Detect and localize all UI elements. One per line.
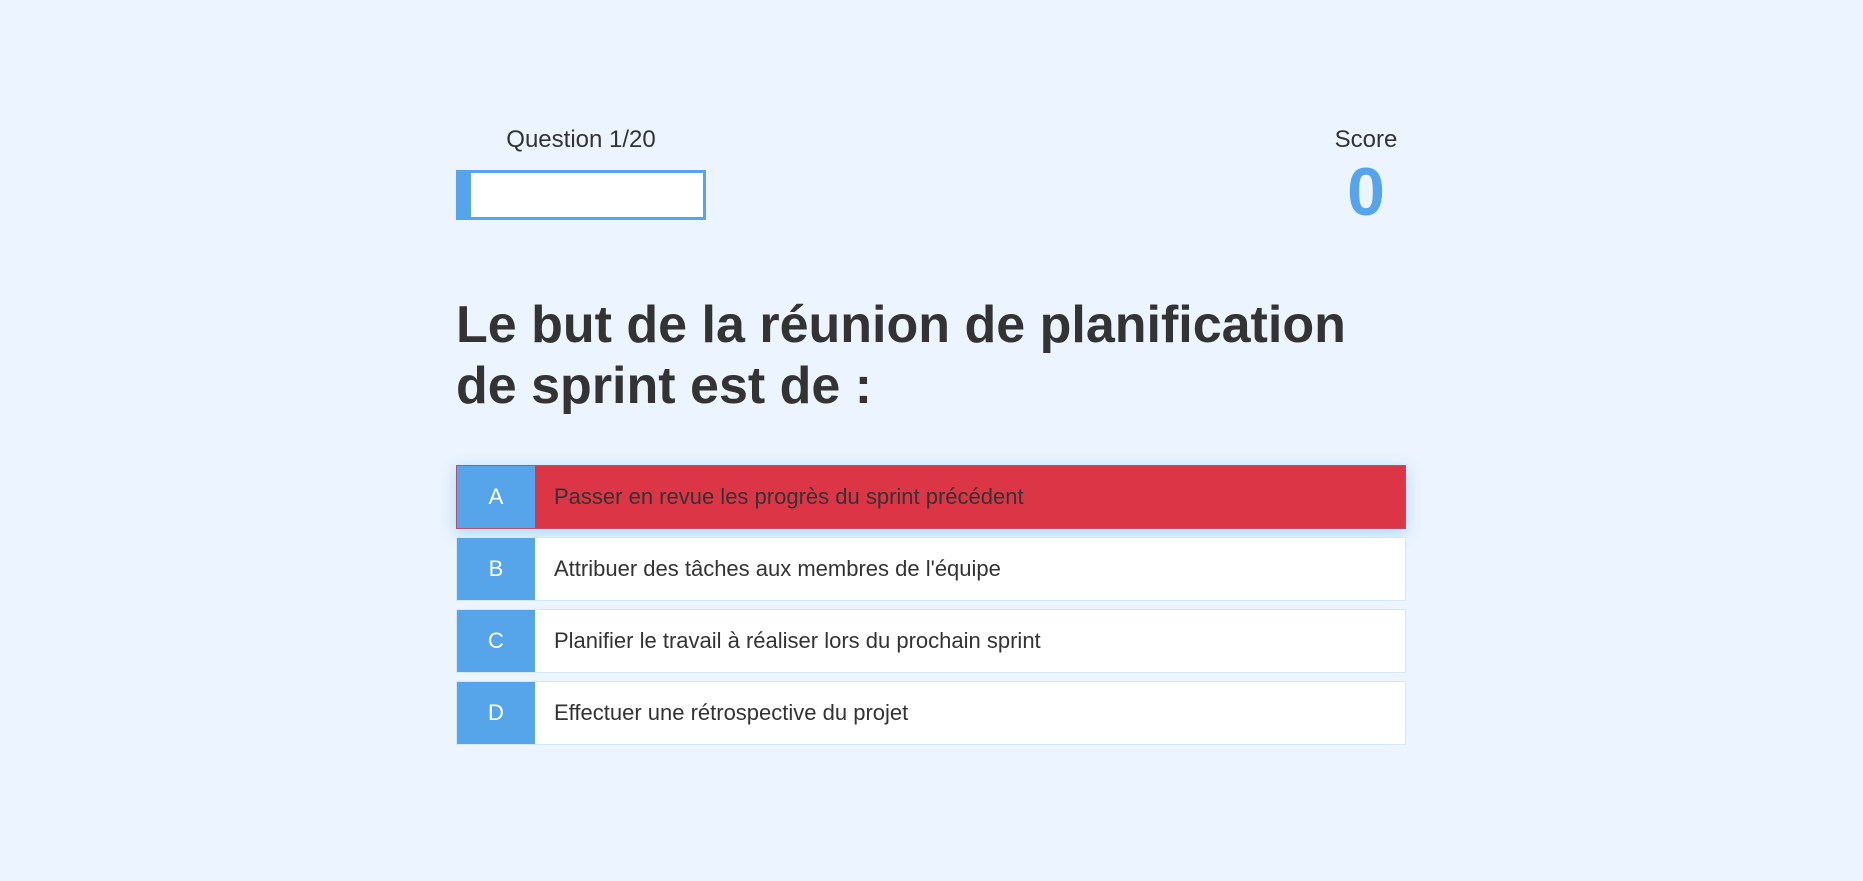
question-text: Le but de la réunion de planification de… — [456, 296, 1346, 415]
choice-text: Passer en revue les progrès du sprint pr… — [554, 484, 1024, 509]
score-section: Score 0 — [1326, 124, 1406, 226]
progress-bar — [456, 170, 706, 220]
hud: Question 1/20 Score 0 — [456, 124, 1406, 234]
choice-b[interactable]: B Attribuer des tâches aux membres de l'… — [456, 537, 1406, 601]
progress-section: Question 1/20 — [456, 124, 706, 220]
score-value: 0 — [1347, 154, 1385, 230]
choice-c[interactable]: C Planifier le travail à réaliser lors d… — [456, 609, 1406, 673]
choice-text: Planifier le travail à réaliser lors du … — [554, 628, 1041, 653]
choice-a[interactable]: A Passer en revue les progrès du sprint … — [456, 465, 1406, 529]
choice-text: Effectuer une rétrospective du projet — [554, 700, 909, 725]
choices-list: A Passer en revue les progrès du sprint … — [456, 465, 1406, 753]
choice-prefix: A — [457, 466, 535, 528]
choice-d[interactable]: D Effectuer une rétrospective du projet — [456, 681, 1406, 745]
progress-bar-fill — [459, 173, 472, 217]
choice-prefix: D — [457, 682, 535, 744]
choice-prefix: B — [457, 538, 535, 600]
choice-text: Attribuer des tâches aux membres de l'éq… — [554, 556, 1001, 581]
choice-prefix: C — [457, 610, 535, 672]
progress-text: Question 1/20 — [506, 126, 656, 153]
score-label: Score — [1334, 126, 1398, 153]
